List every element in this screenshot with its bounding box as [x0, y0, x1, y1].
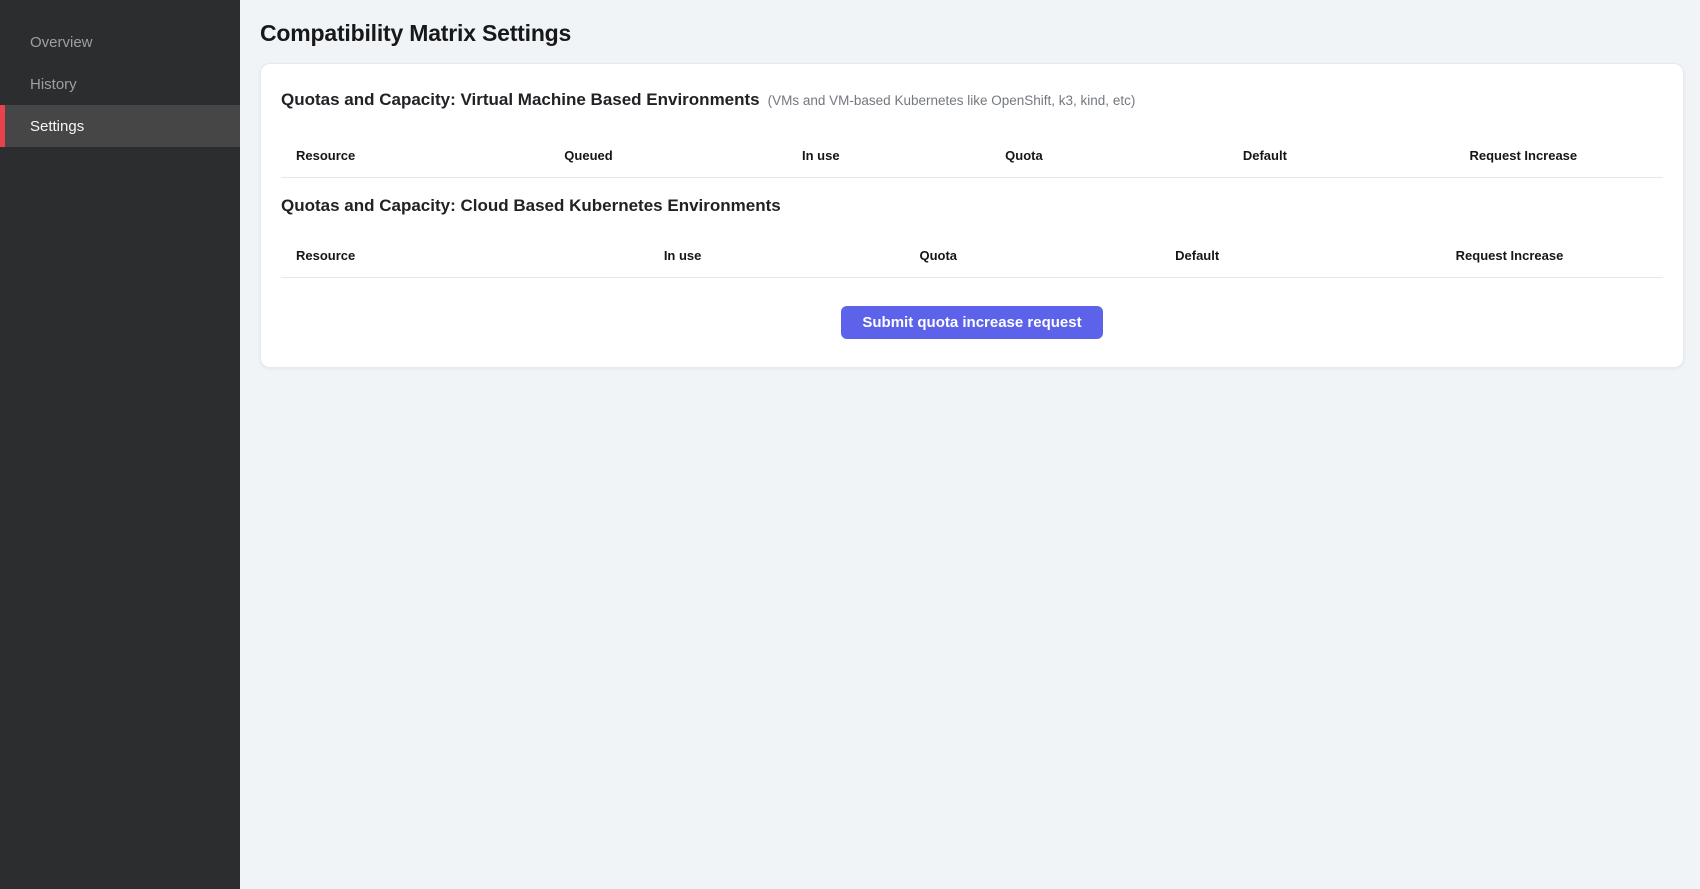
page-title: Compatibility Matrix Settings [260, 20, 1684, 47]
submit-row: Submit quota increase request [281, 278, 1663, 351]
section-subtitle: (VMs and VM-based Kubernetes like OpenSh… [768, 93, 1136, 108]
section-header: Quotas and Capacity: Cloud Based Kuberne… [281, 178, 1663, 234]
column-header-default: Default [1175, 248, 1456, 263]
column-header-request-increase: Request Increase [1469, 148, 1663, 163]
quota-section-1: Quotas and Capacity: Virtual Machine Bas… [281, 68, 1663, 178]
main-content: Compatibility Matrix Settings Quotas and… [240, 0, 1700, 889]
section-title: Quotas and Capacity: Virtual Machine Bas… [281, 90, 760, 109]
column-header-default: Default [1243, 148, 1470, 163]
table-header-row: ResourceIn useQuotaDefaultRequest Increa… [281, 234, 1663, 278]
app-root: OverviewHistorySettings Compatibility Ma… [0, 0, 1700, 889]
submit-quota-increase-button[interactable]: Submit quota increase request [841, 306, 1102, 339]
sidebar-item-settings[interactable]: Settings [0, 105, 240, 147]
section-header: Quotas and Capacity: Virtual Machine Bas… [281, 68, 1663, 134]
quota-sections: Quotas and Capacity: Virtual Machine Bas… [281, 68, 1663, 278]
column-header-in-use: In use [664, 248, 920, 263]
settings-card: Quotas and Capacity: Virtual Machine Bas… [260, 63, 1684, 368]
column-header-queued: Queued [564, 148, 802, 163]
quota-section-2: Quotas and Capacity: Cloud Based Kuberne… [281, 178, 1663, 278]
table-header-row: ResourceQueuedIn useQuotaDefaultRequest … [281, 134, 1663, 178]
column-header-in-use: In use [802, 148, 1005, 163]
column-header-quota: Quota [919, 248, 1175, 263]
sidebar-item-overview[interactable]: Overview [0, 21, 240, 63]
column-header-quota: Quota [1005, 148, 1243, 163]
column-header-resource: Resource [281, 148, 564, 163]
section-title: Quotas and Capacity: Cloud Based Kuberne… [281, 196, 781, 215]
column-header-request-increase: Request Increase [1456, 248, 1663, 263]
column-header-resource: Resource [281, 248, 664, 263]
sidebar-nav: OverviewHistorySettings [0, 0, 240, 147]
sidebar: OverviewHistorySettings [0, 0, 240, 889]
sidebar-item-history[interactable]: History [0, 63, 240, 105]
